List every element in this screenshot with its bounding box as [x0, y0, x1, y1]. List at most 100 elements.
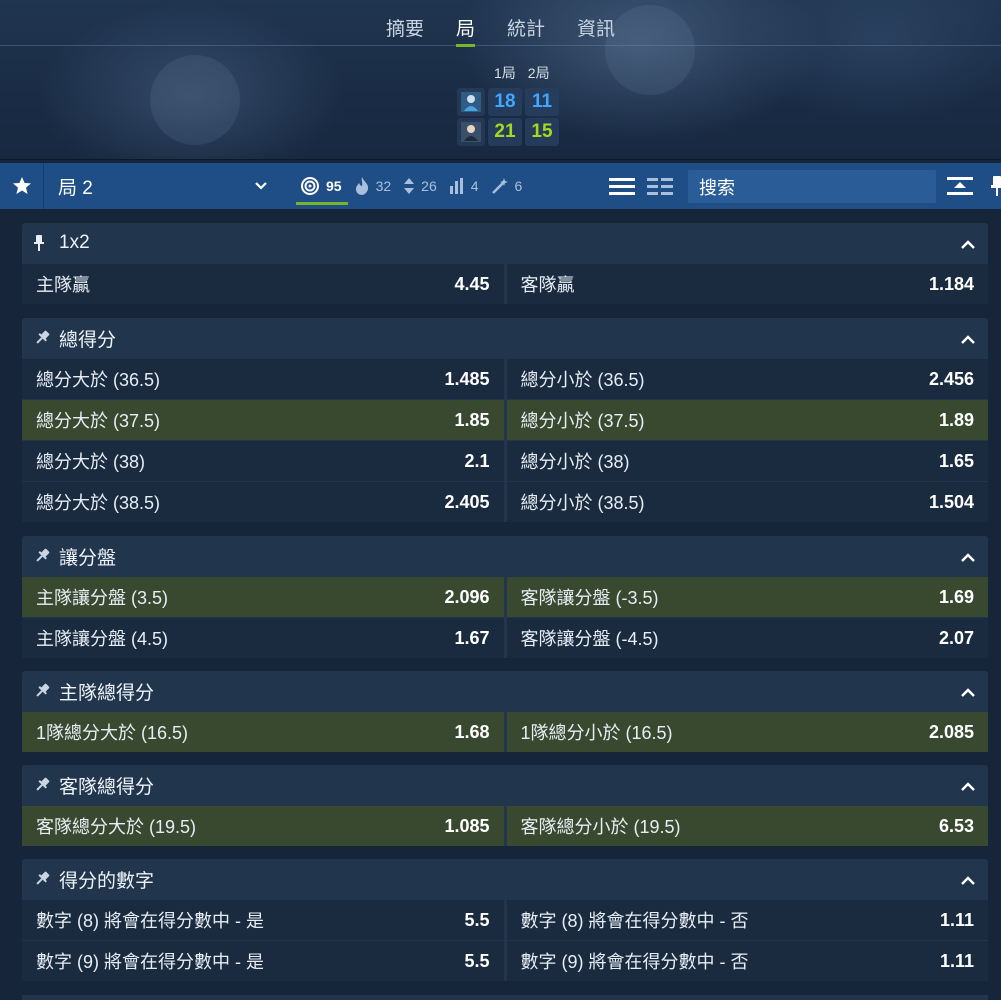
odds-label: 主隊讓分盤 (3.5)	[36, 588, 169, 608]
odds-button[interactable]: 主隊讓分盤 (4.5) 1.67	[22, 618, 504, 658]
odds-price: 1.184	[928, 273, 974, 294]
odds-button[interactable]: 客隊讓分盤 (-3.5) 1.69	[506, 577, 988, 617]
chevron-up-icon[interactable]	[960, 777, 976, 799]
tab-sets[interactable]: 局	[440, 0, 491, 47]
filter-popular-markets[interactable]: 32	[354, 163, 391, 209]
period-label: 1局	[494, 65, 516, 81]
odds-button[interactable]: 主隊贏 4.45	[22, 264, 504, 304]
odds-button[interactable]: 主隊讓分盤 (3.5) 2.096	[22, 577, 504, 617]
period-labels: 1局 2局	[494, 63, 550, 83]
odds-row: 主隊讓分盤 (4.5) 1.67 客隊讓分盤 (-4.5) 2.07	[22, 618, 988, 658]
odds-label: 總分大於 (38)	[36, 452, 146, 472]
away-score-row: 21 15	[457, 118, 559, 146]
counter-value: 4	[470, 178, 479, 194]
match-header: 摘要 局 統計 資訊 1局 2局 18 11 21 15	[0, 0, 1001, 160]
chevron-up-icon[interactable]	[960, 235, 976, 257]
odds-button[interactable]: 總分小於 (38) 1.65	[506, 441, 988, 481]
market-title: 主隊總得分	[59, 682, 155, 704]
odds-button[interactable]: 1隊總分小於 (16.5) 2.085	[506, 712, 988, 752]
home-player-avatar-icon	[457, 88, 485, 116]
period-dropdown[interactable]: 局 2	[44, 163, 282, 209]
grid-view-icon[interactable]	[646, 175, 674, 197]
filter-over-under-markets[interactable]: 26	[403, 163, 437, 209]
odds-button[interactable]: 數字 (9) 將會在得分數中 - 是 5.5	[22, 941, 504, 981]
market-header[interactable]: 讓分盤	[22, 536, 988, 576]
chevron-down-icon	[255, 182, 267, 190]
collapse-all-icon[interactable]	[946, 175, 974, 197]
bar-right-icons	[946, 175, 1001, 197]
favorite-star-icon[interactable]	[0, 163, 44, 209]
home-score-set1: 18	[488, 88, 522, 116]
tab-statistics[interactable]: 統計	[491, 0, 561, 46]
odds-label: 數字 (9) 將會在得分數中 - 否	[520, 952, 749, 972]
background-photo	[150, 55, 240, 145]
pin-icon[interactable]	[990, 175, 1001, 197]
match-tabs: 摘要 局 統計 資訊	[0, 0, 1001, 47]
odds-button[interactable]: 客隊總分大於 (19.5) 1.085	[22, 806, 504, 846]
market-header[interactable]: 主隊總得分	[22, 671, 988, 711]
odds-button[interactable]: 總分大於 (38.5) 2.405	[22, 482, 504, 522]
market-header[interactable]: 得分的數字	[22, 859, 988, 899]
odds-price: 6.53	[938, 815, 974, 836]
market-title: 總得分	[59, 329, 117, 351]
odds-button[interactable]: 總分小於 (37.5) 1.89	[506, 400, 988, 440]
odds-label: 總分小於 (38)	[520, 452, 630, 472]
filter-stats-markets[interactable]: 4	[449, 163, 479, 209]
chevron-up-icon[interactable]	[960, 330, 976, 352]
pin-icon[interactable]	[34, 330, 50, 346]
odds-button[interactable]: 客隊讓分盤 (-4.5) 2.07	[506, 618, 988, 658]
tab-info[interactable]: 資訊	[561, 0, 631, 46]
odds-button[interactable]: 總分大於 (36.5) 1.485	[22, 359, 504, 399]
search-placeholder: 搜索	[699, 177, 735, 198]
odds-button[interactable]: 總分小於 (36.5) 2.456	[506, 359, 988, 399]
odds-label: 總分大於 (37.5)	[36, 411, 161, 431]
odds-button[interactable]: 數字 (9) 將會在得分數中 - 否 1.11	[506, 941, 988, 981]
odds-price: 2.085	[928, 721, 974, 742]
market-header[interactable]: 客隊總得分	[22, 765, 988, 805]
pin-icon[interactable]	[34, 548, 50, 564]
odds-price: 1.67	[454, 627, 490, 648]
odds-label: 客隊讓分盤 (-4.5)	[520, 629, 659, 649]
odds-button[interactable]: 客隊總分小於 (19.5) 6.53	[506, 806, 988, 846]
chevron-up-icon[interactable]	[960, 683, 976, 705]
pin-icon[interactable]	[34, 777, 50, 793]
chevron-up-icon[interactable]	[960, 548, 976, 570]
filter-special-markets[interactable]: 6	[491, 163, 522, 209]
filter-all-markets[interactable]: 95	[296, 163, 348, 209]
pin-icon[interactable]	[34, 683, 50, 699]
odds-button[interactable]: 1隊總分大於 (16.5) 1.68	[22, 712, 504, 752]
odds-button[interactable]: 數字 (8) 將會在得分數中 - 是 5.5	[22, 900, 504, 940]
odds-button[interactable]: 總分大於 (38) 2.1	[22, 441, 504, 481]
list-view-icon[interactable]	[608, 175, 636, 197]
odds-price: 1.11	[939, 950, 974, 971]
chevron-up-icon[interactable]	[960, 871, 976, 893]
odds-label: 1隊總分小於 (16.5)	[520, 723, 673, 743]
odds-label: 數字 (8) 將會在得分數中 - 是	[36, 911, 264, 931]
odds-price: 2.1	[464, 450, 490, 471]
odds-label: 客隊讓分盤 (-3.5)	[520, 588, 659, 608]
odds-label: 總分小於 (36.5)	[520, 370, 645, 390]
odds-row: 主隊贏 4.45 客隊贏 1.184	[22, 264, 988, 304]
market-title: 1x2	[59, 232, 90, 253]
away-player-avatar-icon	[457, 118, 485, 146]
market-header[interactable]: 總得分	[22, 318, 988, 358]
search-input[interactable]: 搜索	[688, 170, 936, 203]
odds-price: 4.45	[454, 273, 490, 294]
odds-button[interactable]: 客隊贏 1.184	[506, 264, 988, 304]
market-category-counters: 95 32 26 4 6	[296, 163, 534, 209]
odds-label: 總分大於 (38.5)	[36, 493, 161, 513]
pin-icon[interactable]	[34, 871, 50, 887]
tab-summary[interactable]: 摘要	[370, 0, 440, 46]
odds-button[interactable]: 總分大於 (37.5) 1.85	[22, 400, 504, 440]
next-market-panel	[22, 995, 988, 1000]
away-score-set1: 21	[488, 118, 522, 146]
odds-button[interactable]: 總分小於 (38.5) 1.504	[506, 482, 988, 522]
odds-button[interactable]: 數字 (8) 將會在得分數中 - 否 1.11	[506, 900, 988, 940]
pin-icon[interactable]	[34, 235, 50, 251]
odds-row: 主隊讓分盤 (3.5) 2.096 客隊讓分盤 (-3.5) 1.69	[22, 577, 988, 617]
odds-price: 1.485	[444, 368, 490, 389]
odds-label: 客隊總分大於 (19.5)	[36, 817, 197, 837]
market-header[interactable]: 1x2	[22, 223, 988, 263]
odds-price: 1.11	[939, 909, 974, 930]
odds-price: 5.5	[464, 950, 490, 971]
